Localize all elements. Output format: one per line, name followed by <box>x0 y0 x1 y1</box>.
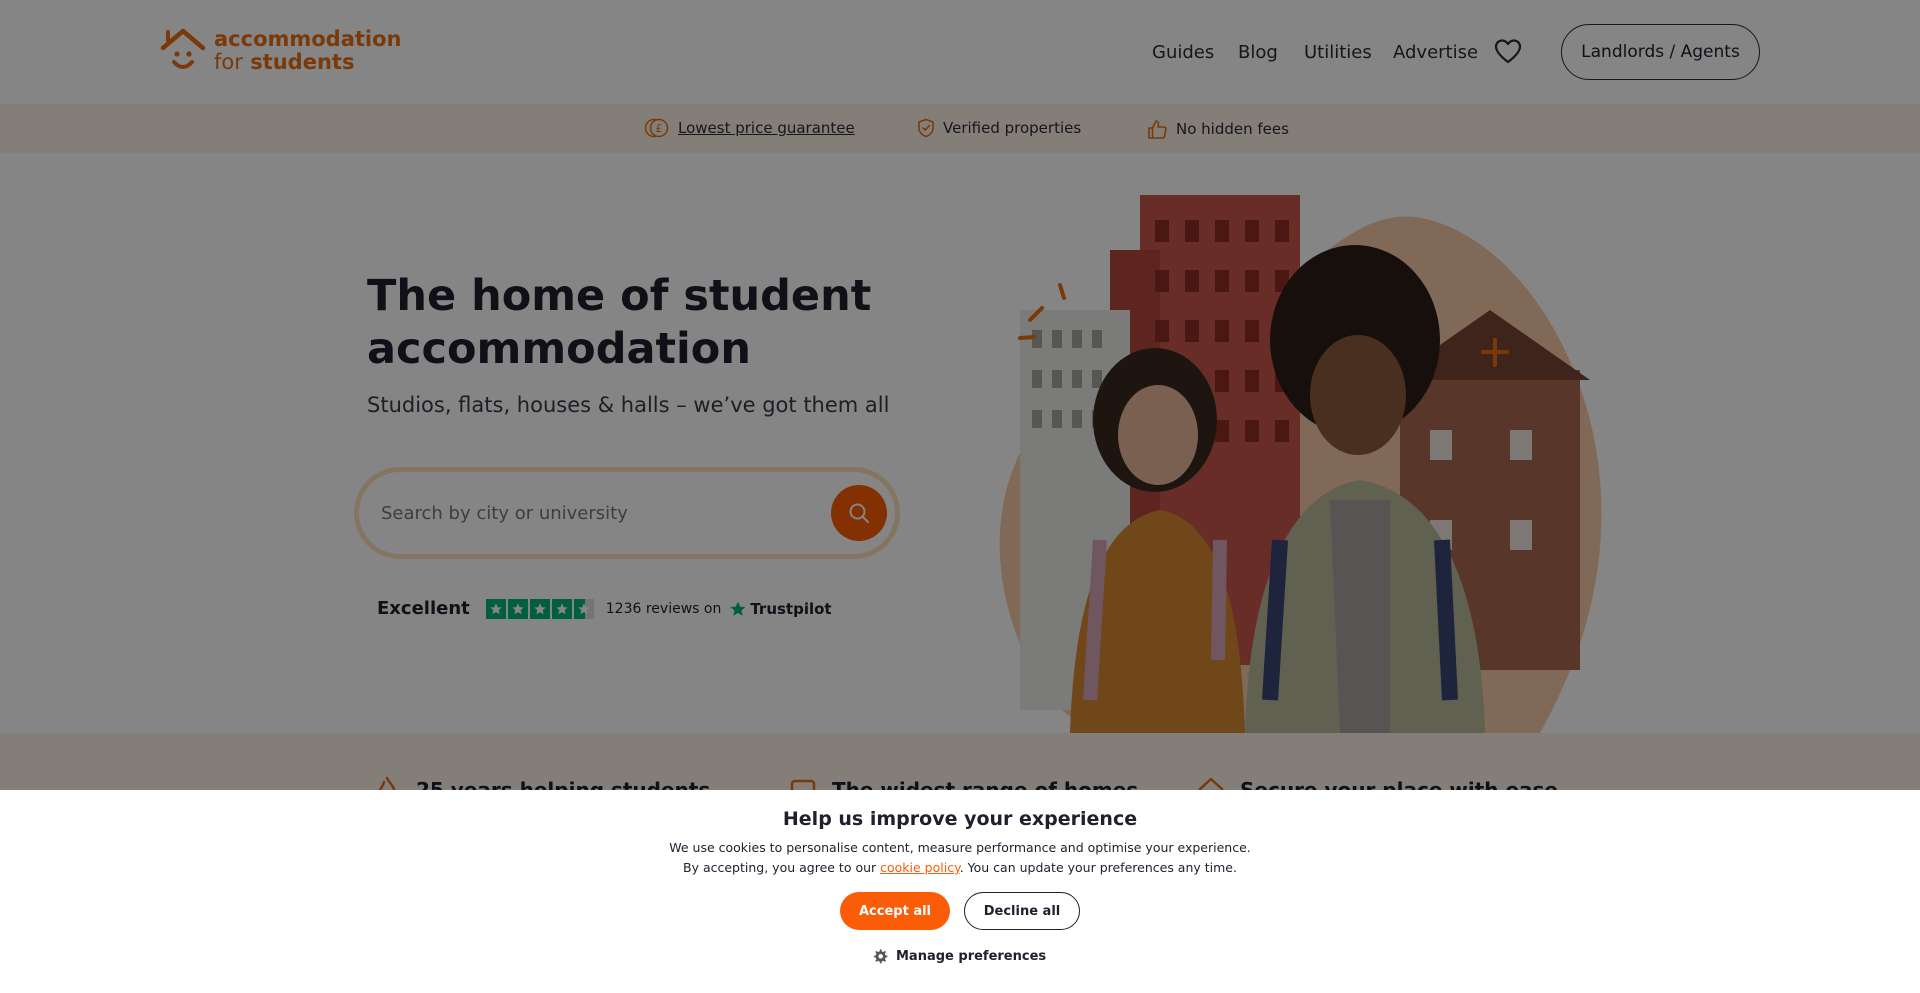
manage-preferences-label[interactable]: Manage preferences <box>896 949 1046 964</box>
decline-all-button[interactable]: Decline all <box>964 892 1080 930</box>
cookie-text-after: . You can update your preferences any ti… <box>959 860 1237 875</box>
cookie-policy-link[interactable]: cookie policy <box>880 860 960 875</box>
accept-all-button[interactable]: Accept all <box>840 892 950 930</box>
cookie-title: Help us improve your experience <box>782 808 1138 830</box>
cookie-banner: Help us improve your experience We use c… <box>0 790 1920 993</box>
manage-preferences-button[interactable]: Manage preferences <box>872 948 1046 964</box>
cookie-description: We use cookies to personalise content, m… <box>660 838 1260 878</box>
gear-icon <box>874 949 888 964</box>
